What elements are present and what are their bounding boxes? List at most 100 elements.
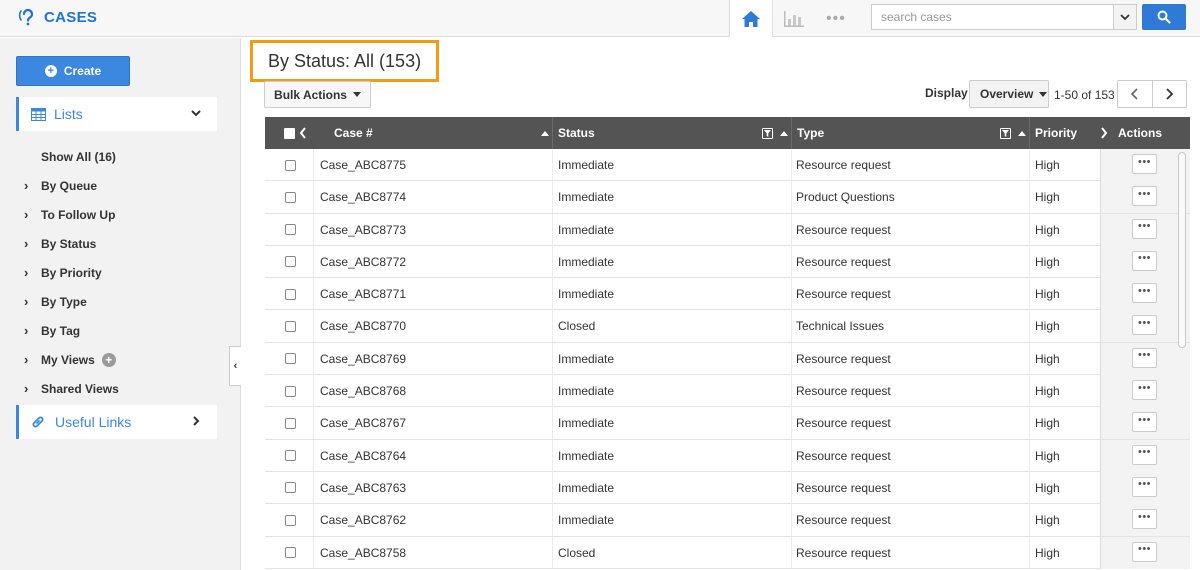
row-checkbox[interactable] [285,407,296,439]
cell-status: Immediate [558,351,615,366]
row-actions-button[interactable]: ••• [1132,154,1157,174]
row-checkbox[interactable] [285,310,296,342]
home-button[interactable] [729,0,773,37]
row-checkbox[interactable] [285,472,296,504]
row-actions-button[interactable]: ••• [1132,315,1157,336]
sort-asc-icon[interactable] [1018,117,1026,149]
app-title: CASES [44,8,98,26]
table-row[interactable]: Case_ABC8774 Immediate Product Questions Hi… [265,181,1190,214]
cell-case-number[interactable]: Case_ABC8758 [320,537,406,569]
sidebar-item-by-queue[interactable]: › By Queue [24,171,119,200]
row-checkbox[interactable] [285,537,296,569]
add-view-icon[interactable]: + [101,352,116,367]
bulk-actions-button[interactable]: Bulk Actions [264,81,371,108]
display-select[interactable]: Overview [969,80,1049,108]
table-row[interactable]: Case_ABC8768 Immediate Resource request Hig… [265,375,1190,408]
sidebar-item-by-status[interactable]: › By Status [24,229,119,258]
sort-asc-icon[interactable] [780,117,788,149]
row-checkbox[interactable] [285,375,296,407]
cell-case-number[interactable]: Case_ABC8769 [320,343,406,375]
column-divider [313,471,314,504]
table-row[interactable]: Case_ABC8767 Immediate Resource request Hig… [265,407,1190,440]
column-header-priority[interactable]: Priority [1035,117,1077,149]
cell-case-number[interactable]: Case_ABC8768 [320,375,406,407]
cell-status: Immediate [558,448,615,463]
table-row[interactable]: Case_ABC8770 Closed Technical Issues High ••… [265,310,1190,343]
checkbox-icon [285,385,296,397]
select-all-checkbox[interactable] [284,117,295,149]
sort-asc-icon[interactable] [541,117,549,149]
scroll-columns-left-button[interactable] [299,117,307,149]
cell-case-number[interactable]: Case_ABC8773 [320,214,406,246]
cell-case-number[interactable]: Case_ABC8767 [320,407,406,439]
row-checkbox[interactable] [285,246,296,278]
sidebar-item-my-views[interactable]: › My Views + [24,345,119,374]
sidebar-item-by-priority[interactable]: › By Priority [24,258,119,287]
cell-case-number[interactable]: Case_ABC8775 [320,149,406,181]
sidebar-item-shared-views[interactable]: › Shared Views [24,374,119,403]
next-page-button[interactable] [1151,81,1186,107]
row-checkbox[interactable] [285,181,296,213]
cell-case-number[interactable]: Case_ABC8763 [320,472,406,504]
row-checkbox[interactable] [285,214,296,246]
table-row[interactable]: Case_ABC8773 Immediate Resource request Hig… [265,213,1190,246]
filter-icon[interactable] [762,117,773,149]
prev-page-button[interactable] [1118,81,1152,107]
cell-case-number[interactable]: Case_ABC8770 [320,310,406,342]
table-row[interactable]: Case_ABC8762 Immediate Resource request Hig… [265,504,1190,537]
cell-case-number[interactable]: Case_ABC8771 [320,278,406,310]
column-header-case[interactable]: Case # [334,117,373,149]
sidebar-item-show-all[interactable]: Show All (16) [24,142,119,171]
chevron-right-icon: › [24,236,29,251]
column-divider [1029,310,1030,343]
sidebar-item-by-type[interactable]: › By Type [24,287,119,316]
table-row[interactable]: Case_ABC8775 Immediate Resource request Hig… [265,149,1190,182]
row-checkbox[interactable] [285,149,296,181]
sidebar-item-by-tag[interactable]: › By Tag [24,316,119,345]
lists-panel-header[interactable]: Lists [16,97,217,131]
row-checkbox[interactable] [285,504,296,536]
checkbox-icon [284,127,295,139]
cell-priority: High [1035,158,1060,172]
search-scope-dropdown[interactable] [1113,5,1136,29]
table-row[interactable]: Case_ABC8764 Immediate Resource request Hig… [265,439,1190,472]
bar-chart-icon[interactable] [782,9,806,29]
search-input[interactable] [872,5,1114,29]
scroll-columns-right-button[interactable] [1100,117,1108,149]
row-checkbox[interactable] [285,278,296,310]
row-actions-button[interactable]: ••• [1132,541,1157,562]
create-button[interactable]: + Create [16,56,130,86]
brand[interactable]: CASES [18,7,97,27]
table-row[interactable]: Case_ABC8769 Immediate Resource request Hig… [265,342,1190,376]
table-row[interactable]: Case_ABC8758 Closed Resource request High ••… [265,536,1190,569]
row-checkbox[interactable] [285,440,296,472]
row-actions-button[interactable]: ••• [1132,250,1157,271]
column-header-status[interactable]: Status [558,117,595,149]
column-header-type[interactable]: Type [797,117,824,149]
row-actions-button[interactable]: ••• [1132,283,1157,304]
useful-links-panel-header[interactable]: Useful Links [16,405,217,439]
cell-case-number[interactable]: Case_ABC8772 [320,246,406,278]
table-row[interactable]: Case_ABC8772 Immediate Resource request Hig… [265,245,1190,279]
table-row[interactable]: Case_ABC8763 Immediate Resource request Hig… [265,471,1190,505]
sidebar-item-to-follow-up[interactable]: › To Follow Up [24,200,119,229]
cell-case-number[interactable]: Case_ABC8762 [320,504,406,536]
row-actions-button[interactable]: ••• [1132,412,1157,433]
scrollbar-thumb[interactable] [1178,152,1186,348]
table-row[interactable]: Case_ABC8771 Immediate Resource request Hig… [265,278,1190,311]
cell-case-number[interactable]: Case_ABC8774 [320,181,406,213]
table-scrollbar[interactable] [1176,150,1188,570]
row-actions-button[interactable]: ••• [1132,347,1157,368]
cell-case-number[interactable]: Case_ABC8764 [320,440,406,472]
row-checkbox[interactable] [285,343,296,375]
row-actions-button[interactable]: ••• [1132,218,1157,239]
filter-icon[interactable] [1000,117,1011,149]
row-actions-button[interactable]: ••• [1132,509,1157,530]
row-actions-button[interactable]: ••• [1132,186,1157,207]
more-dots-icon[interactable]: ••• [826,10,854,28]
row-actions-button[interactable]: ••• [1132,444,1157,465]
sidebar-collapse-handle[interactable]: ‹ [229,346,241,386]
row-actions-button[interactable]: ••• [1132,476,1157,497]
row-actions-button[interactable]: ••• [1132,380,1157,401]
search-button[interactable] [1142,4,1186,30]
